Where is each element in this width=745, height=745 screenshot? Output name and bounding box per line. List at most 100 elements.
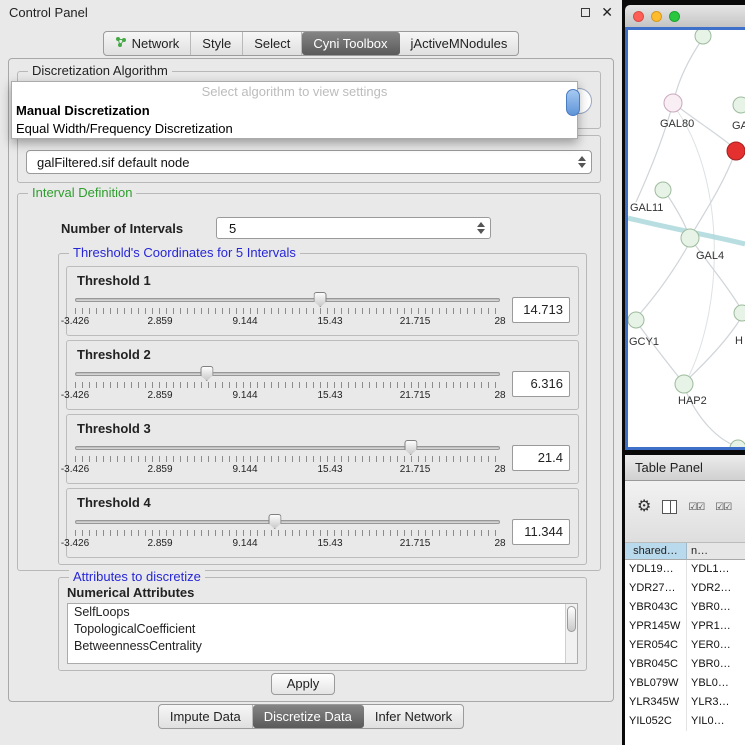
cell[interactable]: YPR1… — [687, 617, 745, 636]
table-row[interactable]: YBL079WYBL0… — [625, 674, 745, 693]
tab-cyni-toolbox[interactable]: Cyni Toolbox — [302, 32, 399, 55]
number-of-intervals-spinner[interactable]: 5 — [216, 217, 491, 239]
threshold-3-value-field[interactable]: 21.4 — [512, 445, 570, 471]
scale-label: 28 — [494, 316, 505, 327]
column-manager-icon[interactable] — [662, 500, 677, 514]
numerical-attributes-list[interactable]: SelfLoops TopologicalCoefficient Between… — [67, 603, 578, 664]
threshold-1-panel: Threshold 1 -3.426 2.859 9.144 15.43 — [66, 266, 579, 336]
list-item[interactable]: TopologicalCoefficient — [68, 621, 577, 638]
cell[interactable]: YBR045C — [625, 655, 687, 674]
tab-select[interactable]: Select — [243, 32, 302, 55]
cell[interactable]: YDR2… — [687, 579, 745, 598]
float-window-icon[interactable] — [581, 8, 590, 17]
slider-ticks — [75, 456, 500, 462]
cell[interactable]: YPR145W — [625, 617, 687, 636]
select-all-columns-icon[interactable]: ☑☑ — [715, 502, 731, 513]
threshold-4-slider[interactable] — [75, 513, 500, 529]
network-node[interactable] — [695, 30, 711, 44]
scale-label: 2.859 — [147, 464, 172, 475]
tab-impute-data[interactable]: Impute Data — [159, 705, 253, 728]
close-icon[interactable]: ✕ — [601, 5, 613, 19]
window-close-button[interactable] — [633, 11, 644, 22]
slider-thumb[interactable] — [268, 514, 281, 529]
node-label: HAP2 — [678, 395, 707, 407]
network-node[interactable] — [664, 94, 682, 112]
column-header-shared-name[interactable]: shared… — [625, 543, 687, 560]
slider-ticks — [75, 530, 500, 536]
cell[interactable]: YLR345W — [625, 693, 687, 712]
cell[interactable]: YDL19… — [625, 560, 687, 579]
table-row[interactable]: YDL19…YDL1… — [625, 560, 745, 579]
table-row[interactable]: YIL052CYIL0… — [625, 712, 745, 731]
slider-scale: -3.426 2.859 9.144 15.43 21.715 28 — [75, 464, 500, 476]
table-row[interactable]: YLR345WYLR3… — [625, 693, 745, 712]
network-node[interactable] — [681, 229, 699, 247]
threshold-1-value-field[interactable]: 14.713 — [512, 297, 570, 323]
threshold-2-slider[interactable] — [75, 365, 500, 381]
network-node[interactable] — [733, 97, 745, 113]
network-tab-icon — [115, 36, 127, 51]
network-node[interactable] — [675, 375, 693, 393]
network-node[interactable] — [628, 312, 644, 328]
window-zoom-button[interactable] — [669, 11, 680, 22]
slider-thumb[interactable] — [404, 440, 417, 455]
threshold-2-value-field[interactable]: 6.316 — [512, 371, 570, 397]
list-item[interactable]: BetweennessCentrality — [68, 638, 577, 655]
network-node-selected[interactable] — [727, 142, 745, 160]
combo-stepper-icon[interactable] — [573, 156, 591, 168]
network-node[interactable] — [730, 440, 745, 447]
tab-discretize-data[interactable]: Discretize Data — [253, 705, 364, 728]
table-panel-titlebar: Table Panel — [625, 455, 745, 481]
tab-jactivemnodules[interactable]: jActiveMNodules — [400, 32, 519, 55]
slider-groove[interactable] — [75, 298, 500, 302]
column-header-name[interactable]: n… — [687, 543, 745, 560]
slider-thumb[interactable] — [200, 366, 213, 381]
node-table[interactable]: shared… n… YDL19…YDL1… YDR27…YDR2… YBR04… — [625, 543, 745, 745]
slider-groove[interactable] — [75, 372, 500, 376]
cell[interactable]: YLR3… — [687, 693, 745, 712]
cell[interactable]: YBR043C — [625, 598, 687, 617]
cell[interactable]: YBL0… — [687, 674, 745, 693]
network-node[interactable] — [734, 305, 745, 321]
cell[interactable]: YBL079W — [625, 674, 687, 693]
threshold-4-panel: Threshold 4 -3.426 2.859 9.144 15.43 — [66, 488, 579, 558]
apply-button[interactable]: Apply — [271, 673, 335, 695]
table-row[interactable]: YER054CYER0… — [625, 636, 745, 655]
scale-label: -3.426 — [61, 464, 89, 475]
slider-groove[interactable] — [75, 520, 500, 524]
cell[interactable]: YIL052C — [625, 712, 687, 731]
cell[interactable]: YDR27… — [625, 579, 687, 598]
tab-network[interactable]: Network — [104, 32, 192, 55]
gear-icon[interactable]: ⚙ — [637, 499, 651, 515]
tab-infer-network[interactable]: Infer Network — [364, 705, 463, 728]
table-row[interactable]: YBR043CYBR0… — [625, 598, 745, 617]
threshold-1-slider[interactable] — [75, 291, 500, 307]
slider-thumb[interactable] — [314, 292, 327, 307]
top-tab-bar: Network Style Select Cyni Toolbox jActiv… — [0, 31, 622, 56]
cell[interactable]: YBR0… — [687, 655, 745, 674]
select-columns-icon[interactable]: ☑☑ — [688, 502, 704, 513]
cell[interactable]: YER054C — [625, 636, 687, 655]
cell[interactable]: YDL1… — [687, 560, 745, 579]
table-row[interactable]: YBR045CYBR0… — [625, 655, 745, 674]
threshold-3-slider[interactable] — [75, 439, 500, 455]
cell[interactable]: YER0… — [687, 636, 745, 655]
table-row[interactable]: YDR27…YDR2… — [625, 579, 745, 598]
list-item[interactable]: SelfLoops — [68, 604, 577, 621]
cell[interactable]: YIL0… — [687, 712, 745, 731]
network-node[interactable] — [655, 182, 671, 198]
dropdown-item-manual-discretization[interactable]: Manual Discretization — [12, 102, 577, 120]
window-minimize-button[interactable] — [651, 11, 662, 22]
scrollbar-thumb[interactable] — [567, 606, 576, 632]
list-scrollbar[interactable] — [565, 604, 577, 663]
combo-scroll-stepper[interactable] — [566, 89, 580, 116]
table-data-combo[interactable]: galFiltered.sif default node — [26, 150, 592, 174]
tab-style[interactable]: Style — [191, 32, 243, 55]
threshold-4-value-field[interactable]: 11.344 — [512, 519, 570, 545]
network-canvas[interactable]: GAL80 GA GAL11 GAL4 GCY1 HAP2 H — [628, 30, 745, 447]
slider-groove[interactable] — [75, 446, 500, 450]
dropdown-item-equal-width-frequency[interactable]: Equal Width/Frequency Discretization — [12, 120, 577, 138]
cell[interactable]: YBR0… — [687, 598, 745, 617]
spinner-stepper-icon[interactable] — [472, 222, 490, 234]
table-row[interactable]: YPR145WYPR1… — [625, 617, 745, 636]
